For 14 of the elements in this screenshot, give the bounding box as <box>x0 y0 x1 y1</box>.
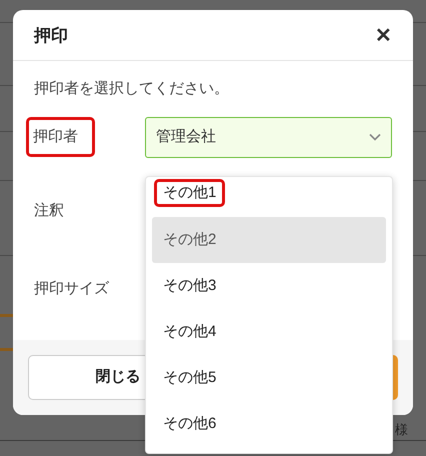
dialog-title: 押印 <box>34 25 68 48</box>
dropdown-option[interactable]: その他1 <box>152 179 386 207</box>
background-text: 様 <box>395 421 408 439</box>
dropdown-option[interactable]: その他3 <box>152 263 386 309</box>
select-field[interactable]: 管理会社 <box>145 116 392 158</box>
dropdown-option[interactable]: その他6 <box>152 401 386 447</box>
field-label: 押印者 <box>26 116 95 158</box>
field-label: 押印サイズ <box>34 278 110 299</box>
instruction-text: 押印者を選択してください。 <box>34 79 230 99</box>
dropdown-option[interactable]: その他4 <box>152 309 386 355</box>
dropdown-option[interactable]: その他2 <box>152 217 386 263</box>
close-button[interactable]: ✕ <box>375 26 392 46</box>
chevron-down-icon <box>369 133 381 141</box>
field-label: 注釈 <box>34 200 65 221</box>
